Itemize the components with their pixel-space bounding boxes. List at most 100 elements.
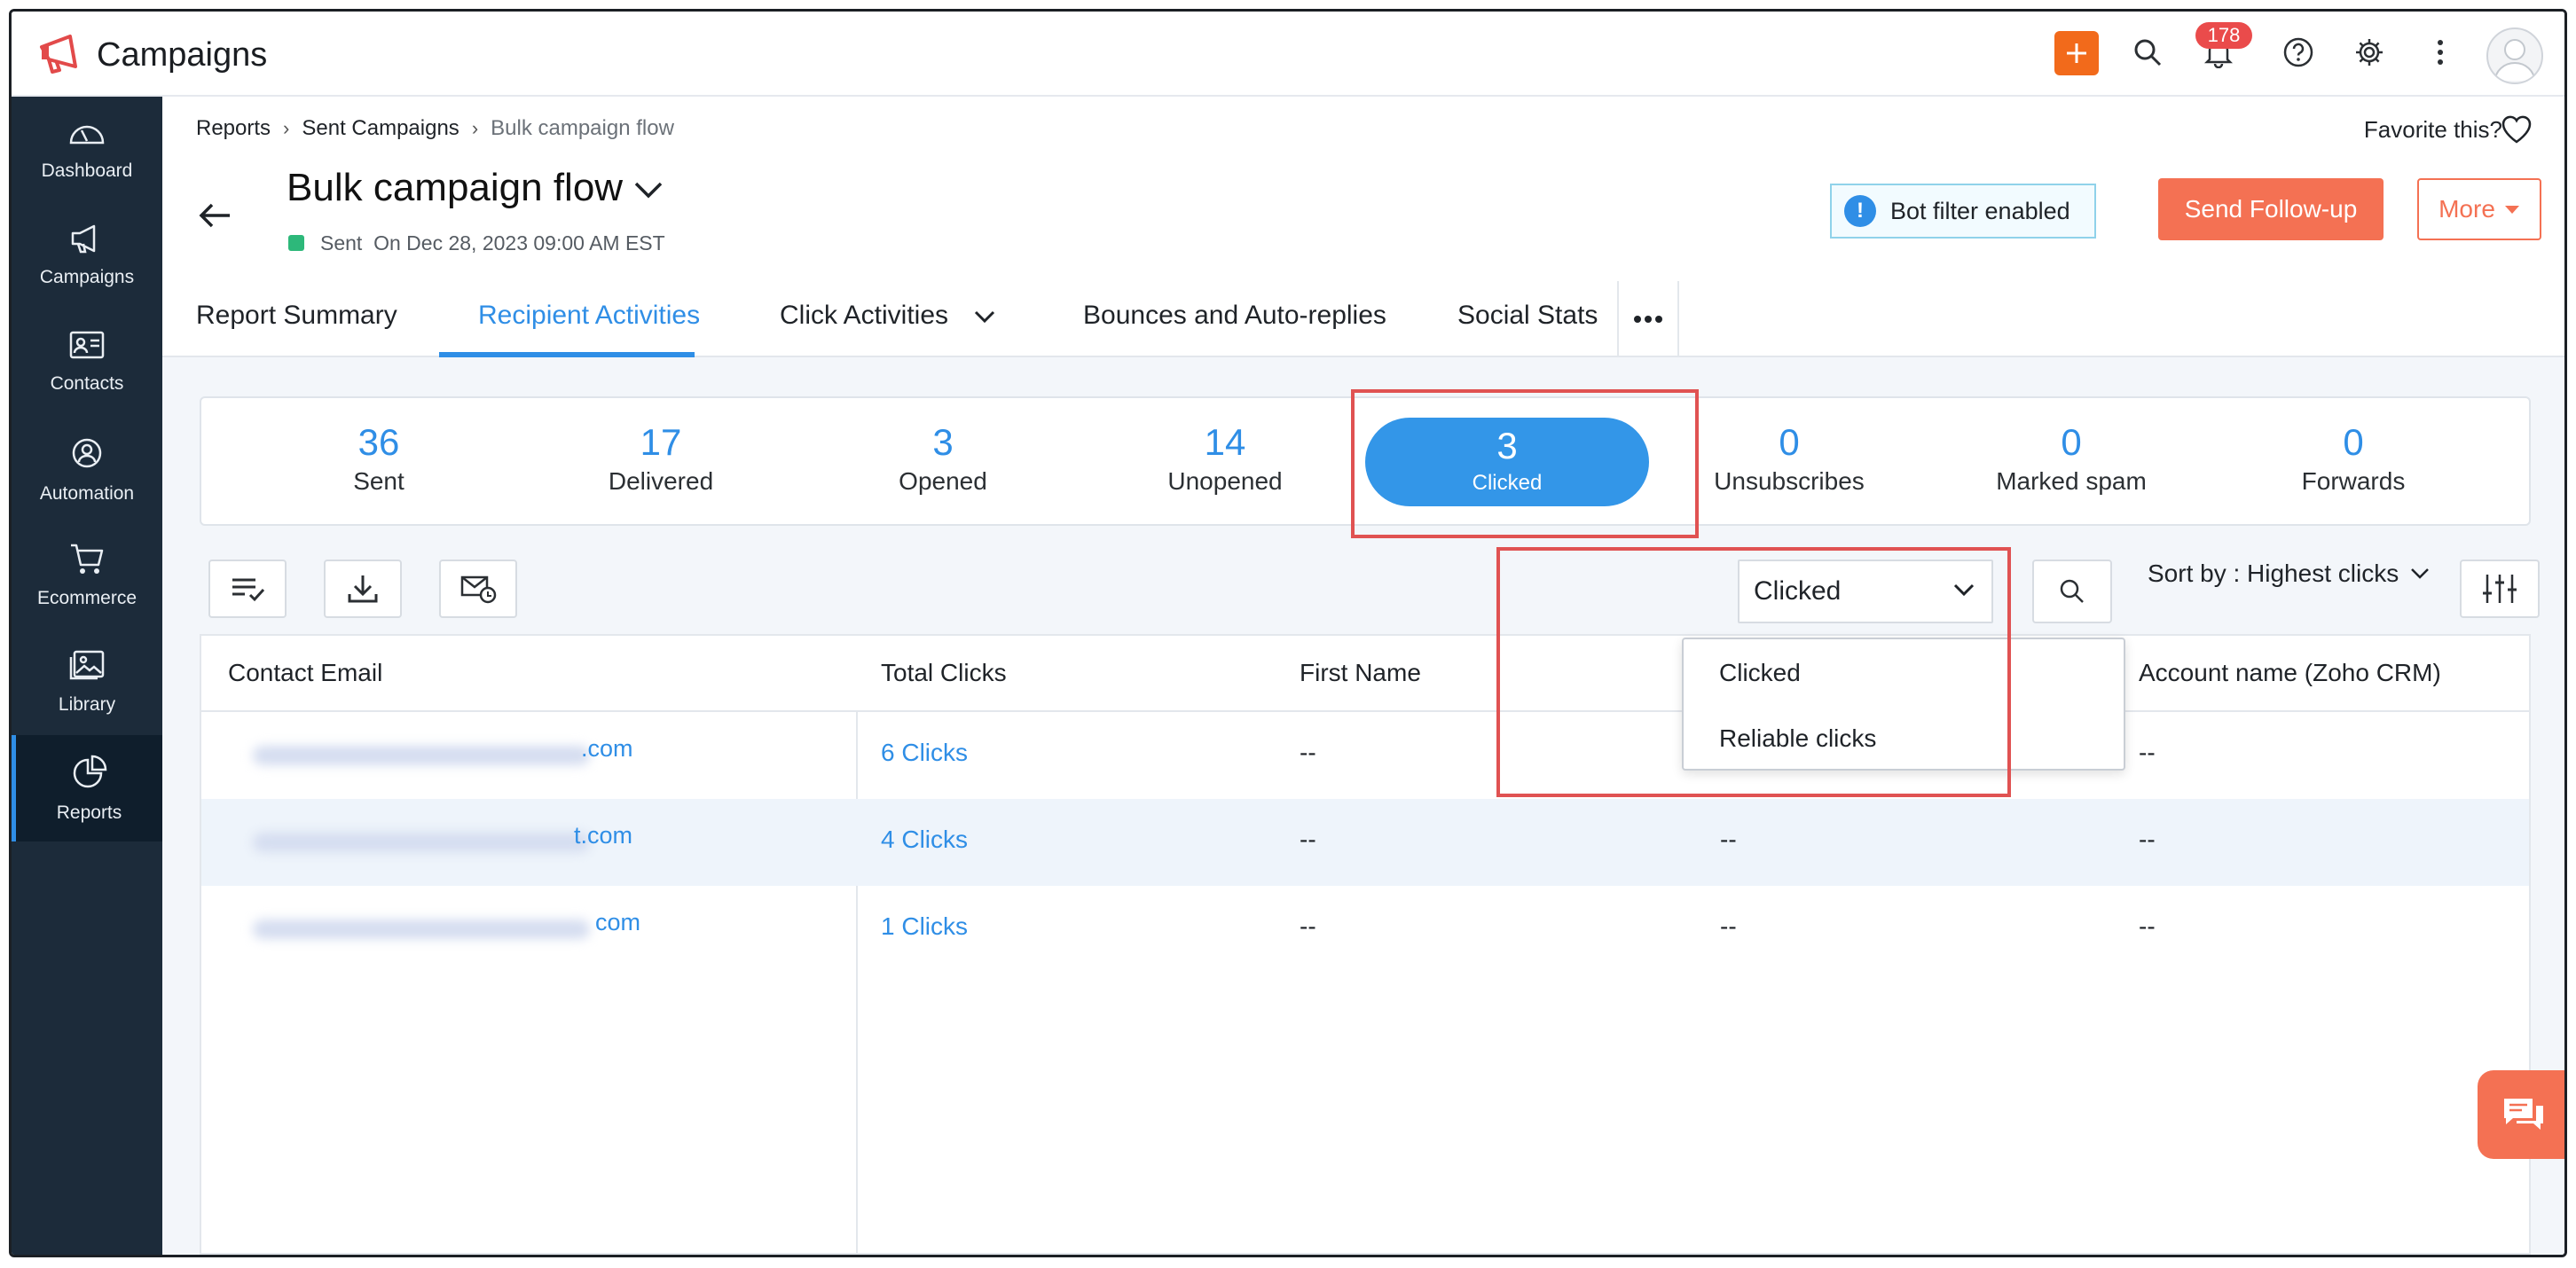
tab-report-summary[interactable]: Report Summary [196, 301, 397, 331]
stat-label: Marked spam [1996, 467, 2147, 495]
breadcrumb-reports[interactable]: Reports [196, 116, 271, 141]
stat-value: 0 [1779, 421, 1800, 463]
stat-unopened[interactable]: 14 Unopened [1110, 421, 1340, 496]
breadcrumb-sent-campaigns[interactable]: Sent Campaigns [302, 116, 459, 141]
table-row[interactable]: .com 6 Clicks -- -- [201, 712, 2529, 799]
stat-value: 3 [932, 421, 954, 463]
table-row[interactable]: com 1 Clicks -- -- -- [201, 886, 2529, 973]
account-name-cell: -- [2139, 826, 2156, 853]
help-icon [2283, 37, 2313, 67]
table-search-button[interactable] [2032, 560, 2112, 623]
more-button[interactable]: More [2417, 178, 2541, 240]
report-tabs: Report Summary Recipient Activities Clic… [162, 281, 2564, 357]
chat-button[interactable] [2478, 1070, 2564, 1159]
contact-card-icon [69, 331, 105, 359]
email-suffix[interactable]: t.com [574, 822, 632, 849]
email-suffix[interactable]: .com [581, 735, 633, 763]
sidebar-item-contacts[interactable]: Contacts [12, 309, 162, 416]
sent-date: On Dec 28, 2023 09:00 AM EST [373, 231, 665, 254]
stat-sent[interactable]: 36 Sent [263, 421, 494, 496]
app-title: Campaigns [97, 36, 268, 74]
megaphone-icon [71, 224, 96, 254]
stat-label: Unsubscribes [1714, 467, 1865, 495]
stat-label: Unopened [1167, 467, 1283, 495]
overflow-menu-button[interactable] [2421, 33, 2460, 72]
notification-badge: 178 [2195, 22, 2252, 49]
back-arrow-icon[interactable] [198, 201, 233, 230]
settings-button[interactable] [2350, 33, 2389, 72]
stat-label: Forwards [2301, 467, 2406, 495]
sidebar: Dashboard Campaigns Contacts Automation … [12, 97, 162, 1255]
select-list-button[interactable] [208, 560, 287, 618]
user-avatar[interactable] [2486, 27, 2543, 84]
sidebar-item-label: Campaigns [39, 267, 135, 287]
col-first-name[interactable]: First Name [1300, 659, 1421, 687]
table-cell: -- [1720, 826, 1737, 853]
sidebar-item-dashboard[interactable]: Dashboard [12, 97, 162, 203]
sort-by-label: Sort by : Highest clicks [2148, 560, 2399, 587]
sidebar-item-automation[interactable]: Automation [12, 416, 162, 522]
stat-value: 0 [2343, 421, 2364, 463]
email-clock-icon [460, 575, 497, 604]
stat-opened[interactable]: 3 Opened [828, 421, 1058, 496]
breadcrumb-separator-icon: › [471, 117, 479, 139]
first-name-cell: -- [1300, 912, 1316, 940]
heart-icon[interactable] [2501, 114, 2533, 145]
tab-recipient-activities[interactable]: Recipient Activities [478, 301, 700, 331]
kebab-menu-icon [2438, 40, 2443, 65]
click-count-link[interactable]: 6 Clicks [881, 739, 968, 767]
col-total-clicks[interactable]: Total Clicks [881, 659, 1007, 687]
col-account-name[interactable]: Account name (Zoho CRM) [2139, 659, 2441, 687]
status-indicator [288, 235, 304, 251]
stat-label: Delivered [608, 467, 714, 495]
chevron-down-icon [2411, 568, 2430, 579]
search-button[interactable] [2128, 33, 2167, 72]
bot-filter-indicator[interactable]: ! Bot filter enabled [1830, 184, 2096, 239]
user-icon [2494, 39, 2535, 82]
sidebar-item-library[interactable]: Library [12, 629, 162, 735]
sidebar-item-label: Library [58, 694, 116, 715]
bot-filter-label: Bot filter enabled [1890, 197, 2070, 224]
sidebar-item-reports[interactable]: Reports [12, 735, 162, 841]
stat-unsubscribes[interactable]: 0 Unsubscribes [1674, 421, 1905, 496]
breadcrumb-current: Bulk campaign flow [491, 116, 674, 140]
stat-marked-spam[interactable]: 0 Marked spam [1956, 421, 2187, 496]
sidebar-item-label: Reports [56, 802, 122, 823]
create-new-button[interactable] [2054, 31, 2099, 75]
redacted-email [253, 920, 590, 939]
highlight-box-clicked [1351, 389, 1699, 538]
sidebar-item-campaigns[interactable]: Campaigns [12, 203, 162, 309]
col-contact-email[interactable]: Contact Email [228, 659, 382, 687]
column-settings-button[interactable] [2460, 560, 2540, 618]
schedule-email-button[interactable] [439, 560, 517, 618]
click-count-link[interactable]: 1 Clicks [881, 912, 968, 941]
tab-click-activities[interactable]: Click Activities [780, 301, 996, 331]
sidebar-item-label: Contacts [50, 373, 124, 394]
email-suffix[interactable]: com [595, 909, 640, 936]
stat-forwards[interactable]: 0 Forwards [2238, 421, 2469, 496]
click-count-link[interactable]: 4 Clicks [881, 826, 968, 854]
plus-icon [2067, 43, 2086, 63]
chevron-down-icon [975, 310, 995, 324]
tab-bounces-auto-replies[interactable]: Bounces and Auto-replies [1083, 301, 1386, 331]
stat-value: 17 [640, 421, 682, 463]
table-row[interactable]: t.com 4 Clicks -- -- -- [201, 799, 2529, 886]
download-button[interactable] [324, 560, 402, 618]
sidebar-item-ecommerce[interactable]: Ecommerce [12, 522, 162, 629]
list-check-icon [232, 578, 265, 602]
main-content: Reports › Sent Campaigns › Bulk campaign… [162, 97, 2564, 1255]
more-tabs-button[interactable] [1617, 281, 1679, 357]
tab-social-stats[interactable]: Social Stats [1457, 301, 1598, 331]
sidebar-item-label: Automation [39, 483, 135, 504]
sliders-icon [2483, 575, 2517, 603]
chevron-down-icon[interactable] [632, 180, 664, 200]
send-follow-up-button[interactable]: Send Follow-up [2158, 178, 2384, 240]
campaigns-logo-icon [40, 35, 77, 74]
stat-delivered[interactable]: 17 Delivered [546, 421, 776, 496]
account-name-cell: -- [2139, 912, 2156, 940]
redacted-email [253, 833, 590, 852]
account-name-cell: -- [2139, 739, 2156, 766]
image-gallery-icon [69, 650, 105, 680]
help-button[interactable] [2279, 33, 2318, 72]
sort-by-dropdown[interactable]: Sort by : Highest clicks [2148, 560, 2431, 588]
